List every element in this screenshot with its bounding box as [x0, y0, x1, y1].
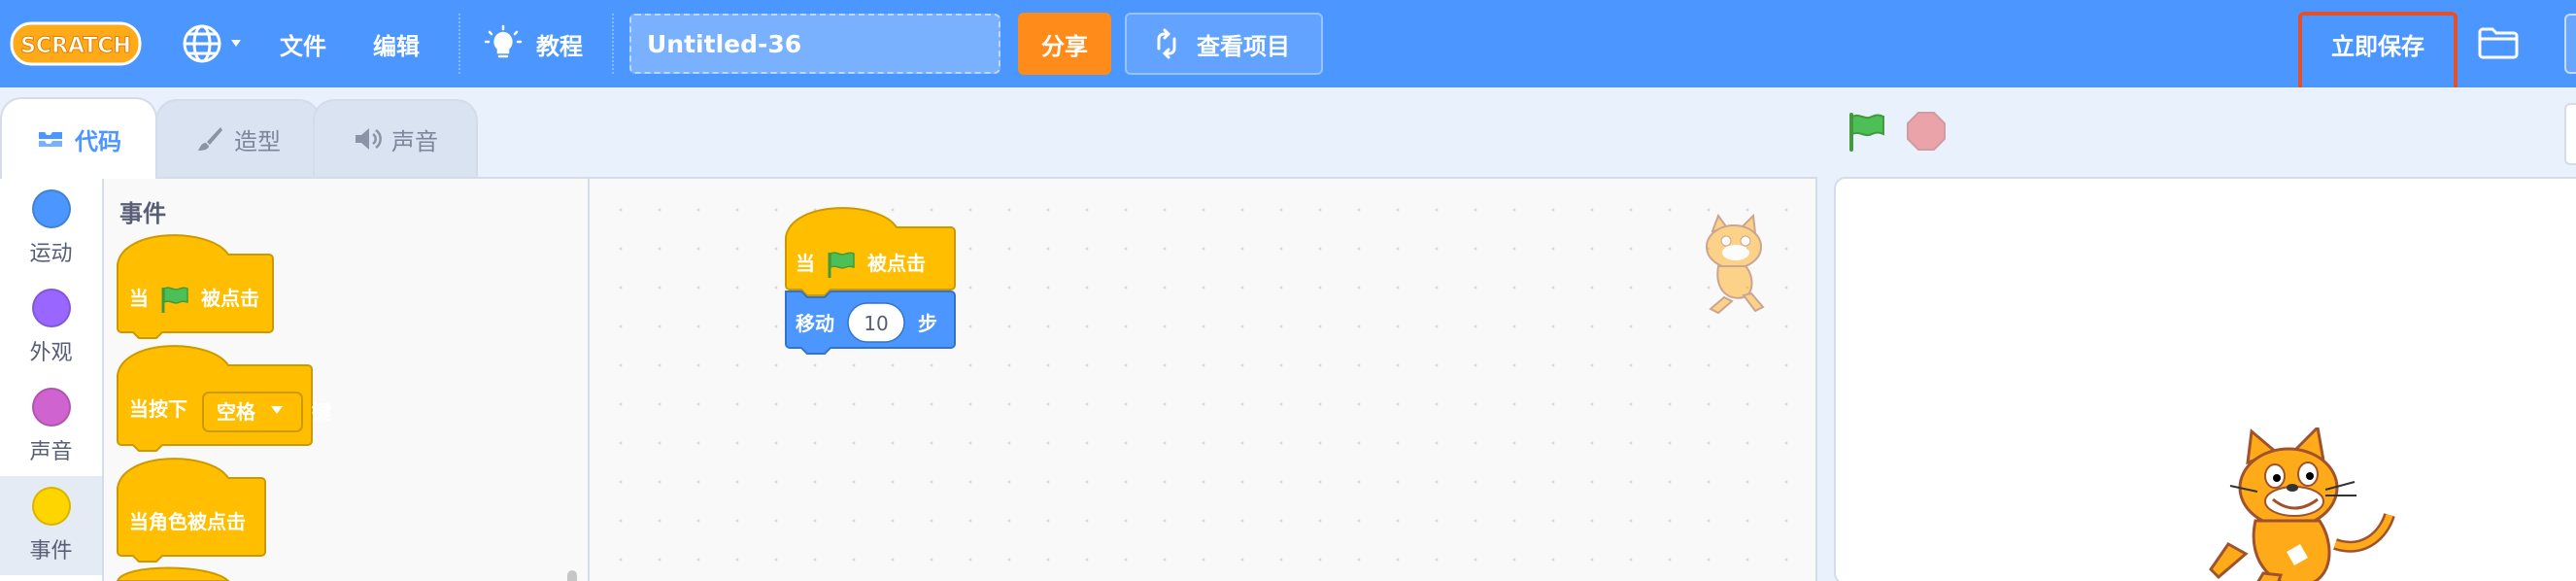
category-looks[interactable]: 外观: [0, 278, 102, 377]
next-block-peek: [116, 566, 230, 581]
when-key-pressed-block[interactable]: 当按下 空格 键: [117, 345, 331, 452]
when-flag-clicked-block[interactable]: 当 被点击: [117, 234, 274, 339]
hat-when-flag-clicked[interactable]: 当 被点击: [785, 207, 956, 296]
project-title-value: Untitled-36: [647, 29, 802, 58]
flyout-flag-suffix: 被点击: [201, 287, 259, 310]
hat-suffix: 被点击: [867, 252, 926, 275]
logo-text: SCRATCH: [20, 34, 131, 58]
category-sound[interactable]: 声音: [0, 377, 102, 476]
category-motion[interactable]: 运动: [0, 179, 102, 278]
globe-icon: [183, 24, 221, 63]
flyout-blocks: 当 被点击 当按下 空格 键 当角色被点击: [116, 234, 331, 581]
sprite-cat: [1706, 213, 1765, 315]
save-now-button[interactable]: 立即保存: [2298, 12, 2457, 95]
category-events-dot: [31, 487, 71, 526]
menu-bar: SCRATCH 文件 编辑 教程 Untitled-36 分享 查看项目 立即保…: [0, 0, 2576, 95]
category-looks-dot: [31, 289, 71, 327]
when-sprite-clicked-block[interactable]: 当角色被点击: [117, 458, 266, 563]
category-motion-label: 运动: [29, 242, 73, 266]
category-events-label: 事件: [29, 539, 73, 564]
file-menu-label: 文件: [280, 32, 326, 60]
stage-canvas[interactable]: [1834, 177, 2576, 581]
project-title-input[interactable]: Untitled-36: [629, 14, 1000, 74]
flyout-scrollbar[interactable]: [567, 570, 577, 581]
tab-code[interactable]: 代码: [0, 97, 157, 179]
sprite-cat[interactable]: [2199, 427, 2403, 581]
category-motion-dot: [31, 189, 71, 228]
file-menu[interactable]: 文件: [280, 0, 326, 87]
menu-divider: [458, 14, 460, 74]
flyout-flag-prefix: 当: [129, 287, 149, 310]
lightbulb-icon: [484, 24, 523, 58]
hat-prefix: 当: [796, 252, 815, 275]
save-now-label: 立即保存: [2331, 32, 2424, 60]
folder-icon[interactable]: [2477, 25, 2520, 60]
see-project-button[interactable]: 查看项目: [1125, 13, 1323, 75]
edit-menu-label: 编辑: [373, 32, 420, 60]
tab-sounds-label: 声音: [391, 127, 438, 155]
tutorials-label: 教程: [536, 32, 583, 60]
category-sound-dot: [31, 388, 71, 427]
green-flag-icon[interactable]: [1846, 111, 1888, 154]
edit-menu[interactable]: 编辑: [373, 0, 420, 87]
script-stack[interactable]: 当 被点击 移动 10 步: [784, 198, 1017, 393]
flyout-sprite-clicked: 当角色被点击: [129, 510, 246, 533]
menu-divider: [612, 14, 614, 74]
share-label: 分享: [1041, 32, 1088, 60]
category-sound-label: 声音: [29, 440, 73, 464]
category-looks-label: 外观: [29, 341, 73, 365]
category-menu: 运动 外观 声音 事件: [0, 177, 104, 581]
steps-unit: 步: [918, 312, 937, 335]
move-label: 移动: [796, 312, 834, 335]
category-events[interactable]: 事件: [0, 476, 102, 575]
language-menu[interactable]: [181, 21, 251, 66]
chevron-down-icon: [231, 40, 241, 47]
flyout-key-option: 空格: [217, 400, 256, 424]
flyout-key-suffix: 键: [312, 400, 331, 424]
scratch-editor: SCRATCH 文件 编辑 教程 Untitled-36 分享 查看项目 立即保…: [0, 0, 2576, 581]
brush-icon: [198, 127, 222, 151]
remix-arrows-icon: [1157, 28, 1176, 59]
move-steps-block[interactable]: 移动 10 步: [785, 290, 956, 355]
flyout-key-prefix: 当按下: [129, 397, 187, 421]
account-button[interactable]: [2564, 14, 2576, 74]
tab-costumes[interactable]: 造型: [155, 99, 321, 177]
tab-sounds[interactable]: 声音: [313, 99, 478, 177]
tab-costumes-label: 造型: [234, 127, 281, 155]
stop-icon[interactable]: [1906, 111, 1947, 152]
script-workspace[interactable]: 当 被点击 移动 10 步: [590, 177, 1817, 581]
tab-code-label: 代码: [75, 127, 121, 155]
scratch-logo[interactable]: SCRATCH: [10, 19, 142, 68]
block-flyout: 事件 当 被点击 当按下 空格 键 当角色被点击: [104, 177, 590, 581]
move-steps-value: 10: [864, 312, 888, 335]
share-button[interactable]: 分享: [1018, 13, 1111, 75]
see-project-label: 查看项目: [1197, 32, 1290, 60]
tutorials-menu[interactable]: 教程: [484, 0, 583, 87]
stage-size-toggle[interactable]: [2564, 103, 2576, 165]
speaker-icon: [356, 128, 382, 150]
code-tab-icon: [39, 132, 62, 147]
